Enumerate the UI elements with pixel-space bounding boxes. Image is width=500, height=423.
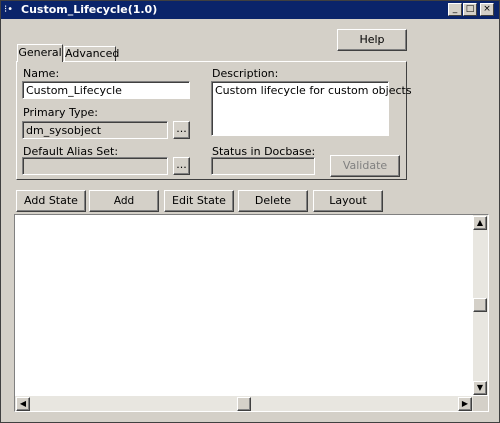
vertical-scroll-thumb[interactable]	[473, 298, 487, 312]
description-value: Custom lifecycle for custom objects	[215, 84, 412, 97]
layout-button[interactable]: Layout	[313, 190, 383, 212]
alias-set-field	[22, 157, 168, 175]
title-bar[interactable]: ⁝• Custom_Lifecycle(1.0) _ □ ×	[1, 1, 499, 19]
scroll-left-arrow-icon[interactable]: ◀	[16, 397, 30, 411]
validate-button[interactable]: Validate	[330, 155, 400, 177]
window-title: Custom_Lifecycle(1.0)	[21, 3, 158, 16]
description-field[interactable]: Custom lifecycle for custom objects	[211, 81, 412, 136]
scroll-down-arrow-icon[interactable]: ▼	[473, 381, 487, 395]
help-button[interactable]: Help	[337, 29, 407, 51]
lifecycle-window: ⁝• Custom_Lifecycle(1.0) _ □ × Help Gene…	[0, 0, 500, 423]
scrollbar-corner	[473, 396, 488, 411]
edit-state-button[interactable]: Edit State	[164, 190, 234, 212]
delete-button[interactable]: Delete	[238, 190, 308, 212]
scroll-up-arrow-icon[interactable]: ▲	[473, 216, 487, 230]
description-label: Description:	[212, 67, 279, 80]
lifecycle-state-canvas[interactable]: ▲ ▼ ◀ ▶	[14, 214, 489, 412]
tab-general[interactable]: General	[17, 44, 63, 62]
add-state-button[interactable]: Add State	[16, 190, 86, 212]
name-field[interactable]: Custom_Lifecycle	[22, 81, 190, 99]
close-button[interactable]: ×	[480, 3, 494, 16]
maximize-button[interactable]: □	[463, 3, 477, 16]
tab-advanced[interactable]: Advanced	[64, 46, 119, 61]
alias-set-browse-button[interactable]: ...	[173, 157, 190, 175]
status-field	[211, 157, 315, 175]
name-label: Name:	[23, 67, 60, 80]
add-exception-button[interactable]: Add Exception	[89, 190, 159, 227]
app-icon: ⁝•	[4, 4, 14, 15]
horizontal-scroll-thumb[interactable]	[237, 397, 251, 411]
minimize-button[interactable]: _	[448, 3, 462, 16]
scroll-right-arrow-icon[interactable]: ▶	[458, 397, 472, 411]
primary-type-browse-button[interactable]: ...	[173, 121, 190, 139]
primary-type-label: Primary Type:	[23, 106, 98, 119]
primary-type-value: dm_sysobject	[26, 124, 102, 137]
primary-type-field: dm_sysobject	[22, 121, 168, 139]
name-value: Custom_Lifecycle	[26, 84, 122, 97]
